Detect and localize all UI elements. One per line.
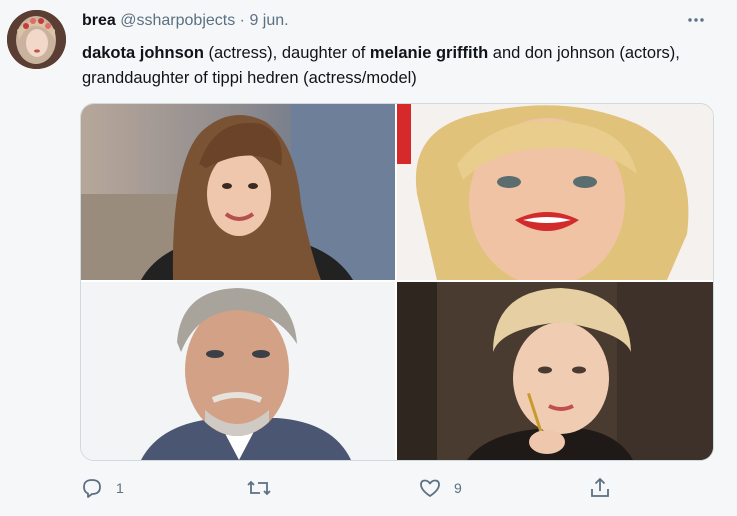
tweet-text-bold-2: melanie griffith [369,44,489,62]
photo-don-johnson[interactable] [81,282,395,460]
action-bar: 1 9 [80,474,640,502]
photo-dakota-johnson[interactable] [81,104,395,280]
separator: · [239,12,245,29]
media-grid [80,103,714,461]
tweet[interactable]: brea @ssharpobjects · 9 jun. dakota john… [0,0,737,516]
like-count: 9 [454,480,462,496]
tweet-text-part-2: (actress), daughter of [203,44,370,62]
reply-button[interactable]: 1 [80,474,124,502]
tweet-header: brea @ssharpobjects · 9 jun. [82,12,289,30]
share-icon[interactable] [588,476,612,500]
share-button[interactable] [588,474,612,502]
photo-melanie-griffith[interactable] [397,104,713,280]
avatar[interactable] [7,10,66,69]
like-icon[interactable] [418,476,442,500]
retweet-button[interactable] [246,474,284,502]
tweet-text: dakota johnson (actress), daughter of me… [82,41,722,91]
reply-icon[interactable] [80,476,104,500]
more-icon[interactable] [686,10,706,35]
reply-count: 1 [116,480,124,496]
display-name[interactable]: brea [82,12,116,29]
handle[interactable]: @ssharpobjects [120,12,235,29]
photo-tippi-hedren[interactable] [397,282,713,460]
like-button[interactable]: 9 [418,474,462,502]
tweet-date[interactable]: 9 jun. [249,12,288,29]
tweet-text-bold-1: dakota johnson [82,44,204,62]
retweet-icon[interactable] [246,476,272,500]
